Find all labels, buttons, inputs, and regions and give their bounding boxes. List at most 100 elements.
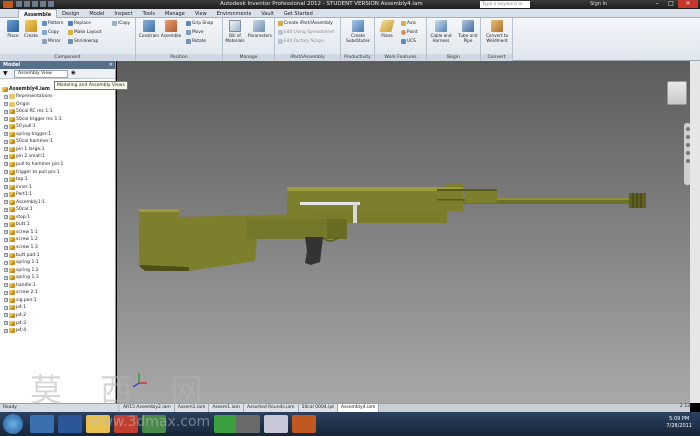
create-substitutes-button[interactable]: Create Substitutes xyxy=(345,20,371,43)
help-search-input[interactable]: Type a keyword or phrase xyxy=(480,1,530,14)
filter-icon[interactable]: ▼ xyxy=(3,71,8,77)
expand-icon[interactable]: + xyxy=(4,192,8,197)
doc-tab[interactable]: Assem1.iam xyxy=(209,404,244,412)
tree-node[interactable]: + screw 2:1 xyxy=(4,290,38,296)
create-ipart-button[interactable]: Create iPart/iAssembly xyxy=(278,21,333,26)
expand-icon[interactable]: + xyxy=(4,154,8,159)
tree-node[interactable]: + p4:1 xyxy=(4,305,26,311)
tab-vault[interactable]: Vault xyxy=(256,9,279,18)
tree-node[interactable]: + pin 1 large:1 xyxy=(4,146,44,152)
tree-node[interactable]: + handle:1 xyxy=(4,282,36,288)
doc-tab-active[interactable]: Assembly4.iam xyxy=(337,404,380,412)
tree-node[interactable]: + Assembly1:1 xyxy=(4,199,45,205)
expand-icon[interactable]: + xyxy=(4,290,8,295)
convert-weldment-button[interactable]: Convert to Weldment xyxy=(484,20,510,43)
expand-icon[interactable]: + xyxy=(4,117,8,122)
browser-close-icon[interactable]: ✕ xyxy=(109,61,113,69)
tree-node[interactable]: + spring 1:1 xyxy=(4,260,39,266)
expand-icon[interactable]: + xyxy=(4,162,8,167)
expand-icon[interactable]: + xyxy=(4,177,8,182)
tree-node[interactable]: + butt pad:1 xyxy=(4,252,40,258)
expand-icon[interactable]: + xyxy=(4,305,8,310)
taskbar-app-icon[interactable] xyxy=(236,415,260,433)
expand-icon[interactable]: + xyxy=(4,139,8,144)
edit-factory-scope-button[interactable]: Edit Factory Scope xyxy=(278,39,324,44)
rifle-model[interactable] xyxy=(117,61,690,403)
parameters-button[interactable]: Parameters xyxy=(248,20,272,38)
look-at-icon[interactable] xyxy=(685,159,690,163)
tab-environments[interactable]: Environments xyxy=(212,9,257,18)
expand-icon[interactable]: + xyxy=(4,328,8,333)
expand-icon[interactable]: + xyxy=(4,275,8,280)
tree-node[interactable]: + screw 1:1 xyxy=(4,229,38,235)
tab-tools[interactable]: Tools xyxy=(138,9,160,18)
tree-node[interactable]: + Part1:1 xyxy=(4,192,32,198)
viewcube[interactable] xyxy=(667,81,687,105)
copy-button[interactable]: Copy xyxy=(42,30,59,35)
expand-icon[interactable]: + xyxy=(4,215,8,220)
taskbar-app-icon[interactable] xyxy=(142,415,166,433)
tree-root[interactable]: Assembly4.iam xyxy=(2,87,50,92)
maximize-button[interactable]: □ xyxy=(664,0,678,8)
tube-pipe-button[interactable]: Tube and Pipe xyxy=(455,20,481,43)
move-button[interactable]: Move xyxy=(186,30,204,35)
rotate-button[interactable]: Rotate xyxy=(186,39,206,44)
tree-node[interactable]: + p4:4 xyxy=(4,328,26,334)
close-button[interactable]: ✕ xyxy=(678,0,698,8)
undo-icon[interactable] xyxy=(40,1,46,7)
taskbar-ie-icon[interactable] xyxy=(30,415,54,433)
tree-node[interactable]: +50cal trigger mc 1:1 xyxy=(4,116,62,122)
tree-node[interactable]: + sig.pen:1 xyxy=(4,297,37,303)
bill-of-materials-button[interactable]: Bill of Materials xyxy=(224,20,246,43)
tree-node[interactable]: + screw 1:3 xyxy=(4,245,38,250)
zoom-icon[interactable] xyxy=(685,143,690,147)
tree-node[interactable]: +50cal hammer:1 xyxy=(4,139,53,145)
expand-icon[interactable]: + xyxy=(4,245,8,250)
cable-harness-button[interactable]: Cable and Harness xyxy=(428,20,454,43)
taskbar-app-icon[interactable] xyxy=(264,415,288,433)
expand-icon[interactable]: + xyxy=(4,147,8,152)
axis-button[interactable]: Axis xyxy=(401,21,416,26)
expand-icon[interactable]: + xyxy=(4,268,8,273)
expand-icon[interactable]: + xyxy=(4,102,8,107)
tab-view[interactable]: View xyxy=(190,9,212,18)
expand-icon[interactable]: + xyxy=(4,253,8,258)
constrain-button[interactable]: Constrain xyxy=(138,20,160,38)
taskbar-app-icon[interactable] xyxy=(214,415,238,433)
doc-tab[interactable]: 50cal 0004.ipt xyxy=(298,404,338,412)
tree-node[interactable]: + inner:1 xyxy=(4,184,32,190)
tree-node[interactable]: + Origin xyxy=(4,101,30,107)
expand-icon[interactable]: + xyxy=(4,230,8,235)
assemble-button[interactable]: Assemble xyxy=(160,20,182,38)
tree-node[interactable]: +50 pull:1 xyxy=(4,124,36,130)
tree-node[interactable]: + stop:1 xyxy=(4,214,30,220)
expand-icon[interactable]: + xyxy=(4,283,8,288)
expand-icon[interactable]: + xyxy=(4,260,8,265)
open-icon[interactable] xyxy=(24,1,30,7)
pan-icon[interactable] xyxy=(685,135,690,139)
sign-in-link[interactable]: Sign In xyxy=(590,1,607,7)
expand-icon[interactable]: + xyxy=(4,313,8,318)
replace-button[interactable]: Replace xyxy=(68,21,91,26)
expand-icon[interactable]: + xyxy=(4,200,8,205)
expand-icon[interactable]: + xyxy=(4,94,8,99)
icopy-button[interactable]: iCopy xyxy=(112,21,130,26)
find-icon[interactable]: ◉ xyxy=(71,70,76,76)
steering-wheel-icon[interactable] xyxy=(685,127,690,131)
tab-manage[interactable]: Manage xyxy=(160,9,190,18)
pattern-button[interactable]: Pattern xyxy=(42,21,63,26)
tab-assemble[interactable]: Assemble xyxy=(18,9,58,18)
create-component-button[interactable]: Create xyxy=(20,20,42,38)
redo-icon[interactable] xyxy=(48,1,54,7)
expand-icon[interactable]: + xyxy=(4,109,8,114)
tree-node[interactable]: + Representations xyxy=(4,94,53,99)
tree-node[interactable]: + p4:2 xyxy=(4,312,26,318)
tree-node[interactable]: + butt:1 xyxy=(4,222,30,228)
tree-node[interactable]: + spring 1:2 xyxy=(4,267,39,273)
tree-node[interactable]: + screw 1:2 xyxy=(4,237,38,243)
save-icon[interactable] xyxy=(32,1,38,7)
expand-icon[interactable]: + xyxy=(4,170,8,174)
expand-icon[interactable]: + xyxy=(4,222,8,227)
expand-icon[interactable]: + xyxy=(4,185,8,190)
tree-node[interactable]: + top:1 xyxy=(4,177,28,183)
